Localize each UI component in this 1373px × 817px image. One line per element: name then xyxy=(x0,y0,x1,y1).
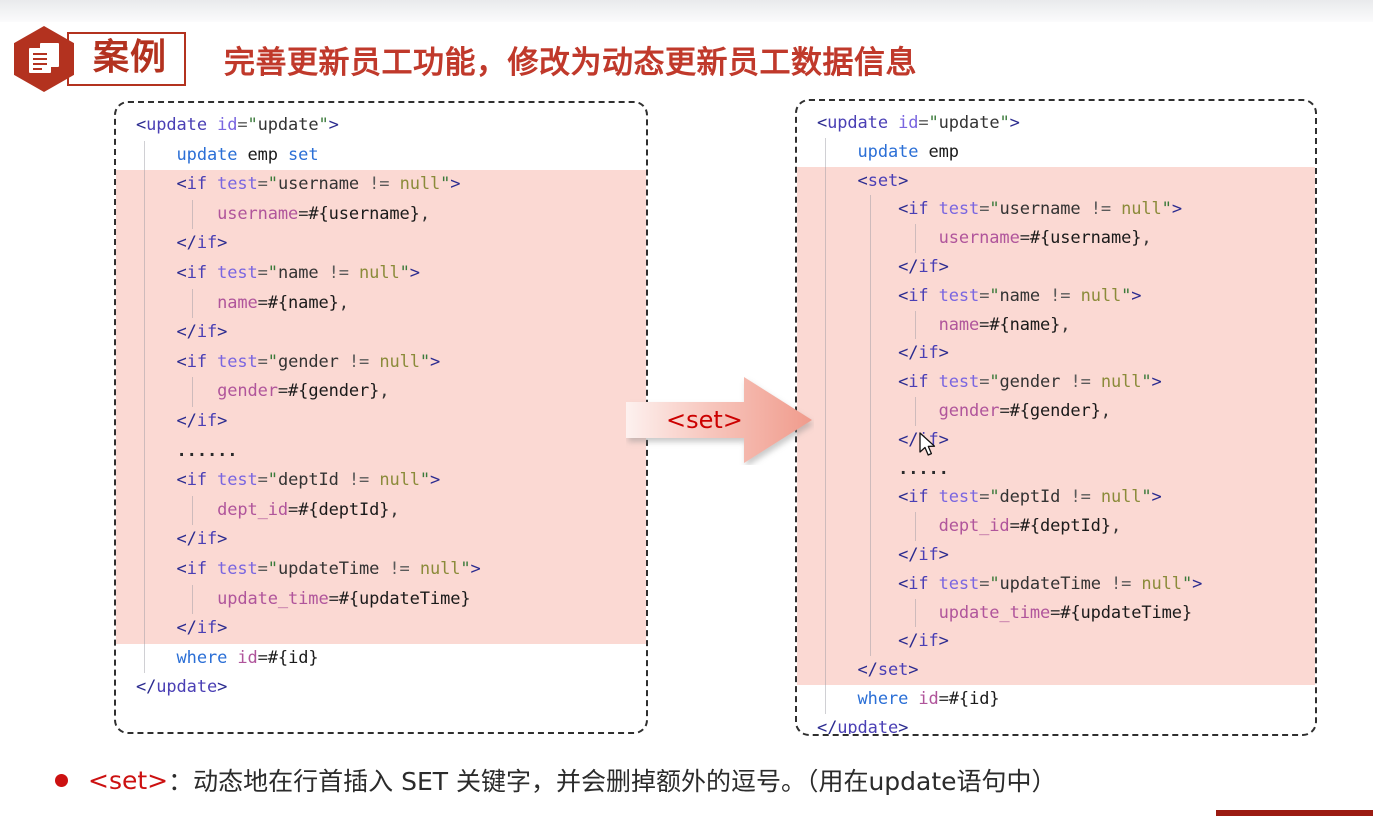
code-line: </if> xyxy=(116,229,646,259)
code-line: <if test="updateTime != null"> xyxy=(116,554,646,585)
code-line: </if> xyxy=(797,425,1315,455)
code-line: username=#{username}, xyxy=(797,224,1315,253)
code-line: </update> xyxy=(817,717,909,736)
code-line: </if> xyxy=(116,525,646,555)
code-line: <if test="updateTime != null"> xyxy=(797,569,1315,599)
code-line: name=#{name}, xyxy=(797,310,1315,340)
top-gradient-band xyxy=(0,0,1373,22)
code-line: <update id="update"> xyxy=(817,113,1020,133)
code-line-list: <update id="update"> update emp set <if … xyxy=(116,103,646,709)
case-label: 案例 xyxy=(93,37,168,78)
code-line: where id=#{id} xyxy=(797,684,1315,714)
code-line: gender=#{gender}, xyxy=(797,396,1315,426)
code-line: <update id="update"> xyxy=(136,115,339,135)
code-line: </update> xyxy=(136,677,228,698)
bullet-description: 动态地在行首插入 SET 关键字，并会删掉额外的逗号。（用在update语句中） xyxy=(193,767,1057,796)
code-line: </if> xyxy=(116,318,646,348)
code-line: update_time=#{updateTime} xyxy=(797,598,1315,628)
code-line: <if test="deptId != null"> xyxy=(797,483,1315,513)
code-line: <set> xyxy=(797,166,1315,196)
code-line: username=#{username}, xyxy=(116,199,646,230)
after-code-panel: <update id="update"> update emp <set> <i… xyxy=(795,99,1317,736)
code-line: dept_id=#{deptId}, xyxy=(116,495,646,526)
code-line: </if> xyxy=(116,406,646,437)
code-line: ...... xyxy=(116,436,646,467)
code-line: </if> xyxy=(797,627,1315,657)
code-line-list: <update id="update"> update emp <set> <i… xyxy=(797,101,1315,736)
code-line: </if> xyxy=(797,540,1315,570)
bullet-separator: ： xyxy=(168,767,194,796)
code-line: <if test="name != null"> xyxy=(116,258,646,289)
code-line: name=#{name}, xyxy=(116,288,646,319)
code-line: where id=#{id} xyxy=(116,643,646,674)
code-line: gender=#{gender}, xyxy=(116,377,646,407)
slide-header: 案例 完善更新员工功能，修改为动态更新员工数据信息 xyxy=(14,26,918,92)
code-line: update emp xyxy=(797,137,1315,167)
case-label-box: 案例 xyxy=(67,32,187,86)
footer-bullet: <set> ： 动态地在行首插入 SET 关键字，并会删掉额外的逗号。（用在up… xyxy=(55,762,1057,798)
code-line: ..... xyxy=(797,454,1315,484)
bullet-dot-icon xyxy=(55,773,68,787)
case-badge: 案例 xyxy=(14,26,187,92)
code-line: <if test="gender != null"> xyxy=(797,368,1315,397)
code-line: <if test="username != null"> xyxy=(116,170,646,200)
code-line: dept_id=#{deptId}, xyxy=(797,512,1315,541)
code-line: </set> xyxy=(797,656,1315,685)
bottom-accent-bar xyxy=(1216,810,1373,816)
before-code-panel: <update id="update"> update emp set <if … xyxy=(114,101,648,734)
arrow-label: <set> xyxy=(666,406,743,434)
code-line: </if> xyxy=(797,252,1315,282)
bullet-code-label: <set> xyxy=(88,765,169,795)
page-title: 完善更新员工功能，修改为动态更新员工数据信息 xyxy=(224,44,918,81)
code-line: <if test="name != null"> xyxy=(797,281,1315,311)
transform-arrow: <set> xyxy=(626,375,814,465)
code-line: <if test="gender != null"> xyxy=(116,347,646,378)
code-line: </if> xyxy=(116,614,646,644)
code-line: <if test="deptId != null"> xyxy=(116,466,646,496)
code-line: <if test="username != null"> xyxy=(797,195,1315,225)
mouse-cursor-icon xyxy=(919,432,937,463)
code-line: update_time=#{updateTime} xyxy=(116,584,646,615)
code-line: update emp set xyxy=(116,140,646,171)
code-line: </if> xyxy=(797,339,1315,369)
slide-canvas: 案例 完善更新员工功能，修改为动态更新员工数据信息 <update id="up… xyxy=(0,0,1373,817)
document-hexagon-icon xyxy=(14,26,74,92)
